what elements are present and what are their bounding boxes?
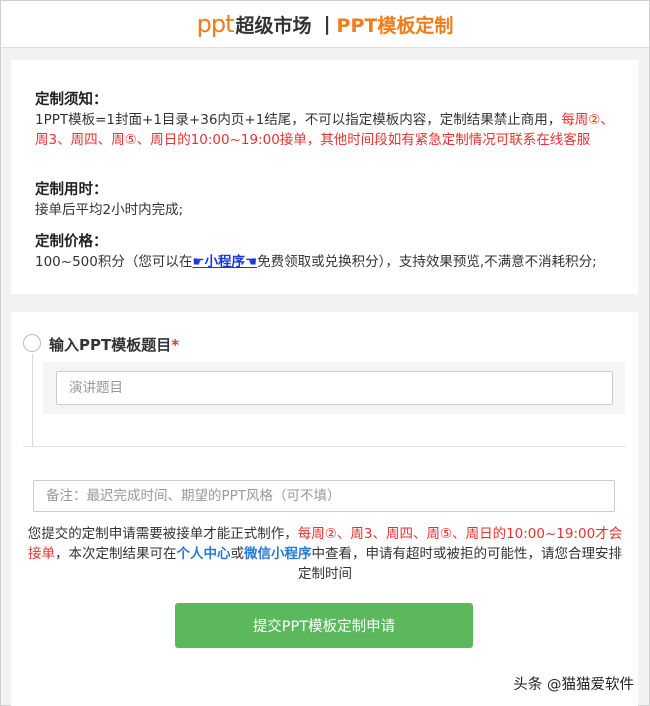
submit-notice: 您提交的定制申请需要被接单才能正式制作，每周②、周3、周四、周⑤、周日的10:0… (27, 526, 623, 582)
header-separator: | (323, 13, 331, 35)
price-text-1: 100~500积分（您可以在 (35, 254, 193, 270)
question-radio[interactable] (23, 334, 41, 352)
question-area (43, 362, 625, 414)
form-card: 输入PPT模板题目* 您提交的定制申请需要被接单才能正式制作，每周②、周3、周四… (11, 312, 638, 706)
required-mark: * (171, 336, 180, 354)
time-text: 接单后平均2小时内完成; (35, 202, 184, 218)
question-label: 输入PPT模板题目* (49, 336, 180, 354)
remark-input[interactable] (33, 480, 615, 512)
logo-name: 超级市场 (235, 14, 312, 37)
site-header: ppt 超级市场 | PPT模板定制 (1, 1, 649, 48)
price-text-2: 免费领取或兑换积分），支持效果预览,不满意不消耗积分; (257, 254, 597, 270)
submit-button[interactable]: 提交PPT模板定制申请 (175, 603, 473, 648)
mini-program-link[interactable]: ☛小程序☚ (192, 254, 257, 270)
wechat-mini-program-link[interactable]: 微信小程序 (244, 546, 312, 562)
divider (23, 446, 626, 447)
price-section: 定制价格： 100~500积分（您可以在☛小程序☚免费领取或兑换积分），支持效果… (35, 234, 597, 270)
price-title: 定制价格 (35, 234, 93, 250)
step-line (32, 354, 33, 446)
topic-input[interactable] (56, 371, 613, 405)
personal-center-link[interactable]: 个人中心 (177, 546, 231, 562)
logo-ppt: ppt (196, 10, 235, 38)
time-section: 定制用时： 接单后平均2小时内完成; (35, 180, 620, 220)
watermark: 头条 @猫猫爱软件 (513, 677, 634, 693)
header-subtitle: PPT模板定制 (336, 14, 454, 37)
notice-title: 定制须知 (35, 92, 93, 108)
notice-text: 1PPT模板=1封面+1目录+36内页+1结尾，不可以指定模板内容，定制结果禁止… (35, 112, 562, 128)
notice-section: 定制须知： 1PPT模板=1封面+1目录+36内页+1结尾，不可以指定模板内容，… (35, 92, 614, 148)
time-title: 定制用时 (35, 182, 93, 198)
info-card: 定制须知： 1PPT模板=1封面+1目录+36内页+1结尾，不可以指定模板内容，… (11, 60, 638, 294)
